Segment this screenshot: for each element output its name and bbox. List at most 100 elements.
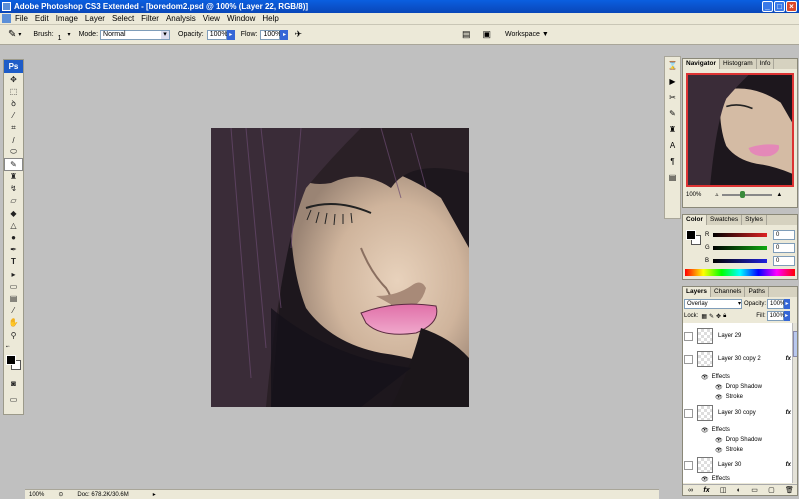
menu-select[interactable]: Select <box>112 14 134 23</box>
brush-tool-icon[interactable]: ✎ <box>4 158 23 171</box>
minimize-button[interactable]: _ <box>762 1 773 12</box>
paragraph-panel-icon[interactable]: ¶ <box>665 153 680 169</box>
drop-shadow-item[interactable]: 👁︎ Drop Shadow <box>715 435 762 445</box>
default-colors-icon[interactable]: ▪▫ <box>4 341 23 353</box>
move-tool-icon[interactable]: ✥ <box>4 73 23 85</box>
navigator-preview[interactable] <box>686 73 794 187</box>
tab-info[interactable]: Info <box>757 59 775 69</box>
layers-scrollbar[interactable] <box>792 323 797 483</box>
color-swatches[interactable] <box>4 353 23 373</box>
visibility-toggle[interactable] <box>684 354 693 364</box>
add-mask-icon[interactable]: ◫ <box>720 486 727 494</box>
visibility-toggle[interactable] <box>684 408 693 418</box>
add-style-icon[interactable]: fx <box>703 487 709 494</box>
scrollbar-thumb[interactable] <box>793 331 797 357</box>
ps-logo[interactable]: Ps <box>4 60 23 73</box>
brush-size[interactable]: 1 <box>58 35 62 42</box>
layer-comps-icon[interactable]: ▤ <box>665 169 680 185</box>
fill-arrow[interactable]: ▸ <box>783 311 790 321</box>
lasso-tool-icon[interactable]: ꝺ <box>4 97 23 109</box>
layer-name[interactable]: Layer 30 copy <box>718 410 756 416</box>
brush-picker-arrow[interactable]: ▾ <box>68 31 71 38</box>
new-group-icon[interactable]: ▭ <box>751 486 758 494</box>
status-scroll-arrow[interactable]: ▸ <box>153 491 156 498</box>
menu-window[interactable]: Window <box>227 14 255 23</box>
tab-channels[interactable]: Channels <box>711 287 746 297</box>
zoom-tool-icon[interactable]: ⚲ <box>4 329 23 341</box>
close-button[interactable]: × <box>786 1 797 12</box>
opacity-slider-arrow[interactable]: ▸ <box>226 29 235 40</box>
tab-navigator[interactable]: Navigator <box>683 59 720 69</box>
menu-file[interactable]: File <box>15 14 28 23</box>
type-tool-icon[interactable]: T <box>4 256 23 268</box>
magic-wand-tool-icon[interactable]: ⁄ <box>4 110 23 122</box>
layer-name[interactable]: Layer 30 <box>718 462 741 468</box>
brushes-panel-icon[interactable]: ✎ <box>665 105 680 121</box>
screen-mode-icon[interactable]: ▭ <box>4 394 23 406</box>
tab-styles[interactable]: Styles <box>742 215 767 225</box>
layer-row[interactable]: Layer 30 copy fx <box>683 401 791 425</box>
color-spectrum-bar[interactable] <box>685 269 795 276</box>
layer-row[interactable]: Layer 29 <box>683 326 791 346</box>
brush-tool-icon[interactable]: ✎ <box>8 29 16 40</box>
actions-panel-icon[interactable]: ▶ <box>665 73 680 89</box>
pen-tool-icon[interactable]: ✒ <box>4 244 23 256</box>
hand-tool-icon[interactable]: ✋ <box>4 317 23 329</box>
shape-tool-icon[interactable]: ▭ <box>4 280 23 292</box>
document-canvas[interactable] <box>211 128 469 407</box>
menu-help[interactable]: Help <box>262 14 278 23</box>
channel-slider[interactable] <box>713 258 767 263</box>
eye-icon[interactable]: 👁︎ <box>701 427 709 434</box>
mode-select[interactable]: Normal ▾ <box>100 29 171 40</box>
crop-tool-icon[interactable]: ⌗ <box>4 122 23 134</box>
eye-icon[interactable]: 👁︎ <box>715 437 723 444</box>
link-layers-icon[interactable]: ∞ <box>688 487 693 494</box>
lock-all-icon[interactable]: 🔒︎ <box>723 313 726 320</box>
flow-field[interactable]: 100% <box>260 29 281 40</box>
notes-tool-icon[interactable]: ▤ <box>4 292 23 304</box>
zoom-in-icon[interactable]: ▲ <box>776 192 782 198</box>
menu-edit[interactable]: Edit <box>35 14 49 23</box>
lock-transparency-icon[interactable]: ▦ <box>701 313 707 320</box>
layer-row[interactable]: Layer 30 copy 2 fx <box>683 347 791 371</box>
blur-tool-icon[interactable]: △ <box>4 219 23 231</box>
channel-value-field[interactable]: 0 <box>773 242 795 253</box>
quick-mask-icon[interactable]: ◙ <box>4 377 23 389</box>
tab-paths[interactable]: Paths <box>745 287 770 297</box>
palette-well-icon[interactable]: ▤ <box>462 29 471 40</box>
eye-icon[interactable]: 👁︎ <box>715 394 723 401</box>
layer-name[interactable]: Layer 29 <box>718 333 741 339</box>
layer-name[interactable]: Layer 30 copy 2 <box>718 356 761 362</box>
fx-icon[interactable]: fx <box>786 462 791 468</box>
eyedropper-tool-icon[interactable]: ⁄ <box>4 305 23 317</box>
layer-opacity-field[interactable]: 100% <box>767 299 785 309</box>
layer-row[interactable]: Layer 30 fx <box>683 455 791 475</box>
character-panel-icon[interactable]: A <box>665 137 680 153</box>
dodge-tool-icon[interactable]: ● <box>4 231 23 243</box>
menu-image[interactable]: Image <box>56 14 78 23</box>
eye-icon[interactable]: 👁︎ <box>701 476 709 483</box>
stroke-item[interactable]: 👁︎ Stroke <box>715 445 743 455</box>
maximize-button[interactable]: □ <box>774 1 785 12</box>
menu-filter[interactable]: Filter <box>141 14 159 23</box>
flow-slider-arrow[interactable]: ▸ <box>280 29 289 40</box>
tab-color[interactable]: Color <box>683 215 707 225</box>
eraser-tool-icon[interactable]: ▱ <box>4 195 23 207</box>
channel-value-field[interactable]: 0 <box>773 255 795 266</box>
channel-slider[interactable] <box>713 245 767 250</box>
menu-analysis[interactable]: Analysis <box>166 14 196 23</box>
menu-view[interactable]: View <box>203 14 220 23</box>
menu-layer[interactable]: Layer <box>85 14 105 23</box>
visibility-toggle[interactable] <box>684 331 693 341</box>
lock-position-icon[interactable]: ✥ <box>716 313 721 320</box>
effects-item[interactable]: 👁︎ Effects <box>701 425 730 435</box>
effects-item[interactable]: 👁︎ Effects <box>701 475 730 483</box>
slice-tool-icon[interactable]: / <box>4 134 23 146</box>
foreground-color-swatch[interactable] <box>6 355 16 366</box>
effects-item[interactable]: 👁︎ Effects <box>701 372 730 382</box>
status-menu-icon[interactable]: ⊙ <box>58 491 63 498</box>
channel-slider[interactable] <box>713 232 767 237</box>
fill-field[interactable]: 100% <box>766 311 785 321</box>
navigator-zoom[interactable]: 100% <box>686 192 701 198</box>
zoom-slider-thumb[interactable] <box>740 190 746 198</box>
